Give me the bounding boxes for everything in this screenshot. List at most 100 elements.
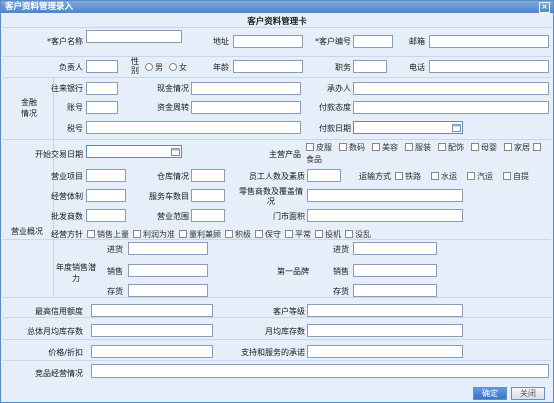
age-input[interactable] xyxy=(233,60,303,73)
calendar-icon[interactable] xyxy=(171,147,180,156)
dialog-window: 客户资料管理录入 × 客户资料管理卡 *客户名称 地址 *客户编号 邮箱 负责人… xyxy=(0,0,554,403)
postcode-label: 邮箱 xyxy=(409,37,425,46)
avg-stock-input[interactable] xyxy=(91,324,213,337)
annual-sales-input[interactable] xyxy=(128,264,208,277)
transport-checkbox-3[interactable]: 汽运 xyxy=(467,172,493,182)
staff-quality-input[interactable] xyxy=(307,169,341,182)
tax-no-input[interactable] xyxy=(86,121,301,134)
brand-stock-input[interactable] xyxy=(353,284,437,297)
calendar-icon[interactable] xyxy=(452,123,461,132)
tax-no-label: 税号 xyxy=(67,124,83,133)
card-title: 客户资料管理卡 xyxy=(247,17,307,27)
transport-checkbox-4[interactable]: 自提 xyxy=(503,172,529,182)
close-button[interactable]: 关闭 xyxy=(511,387,545,400)
product-checkbox-8[interactable] xyxy=(533,143,543,153)
price-discount-label: 价格/折扣 xyxy=(48,348,83,357)
support-input[interactable] xyxy=(307,345,463,358)
competitors-label: 竞品经营情况 xyxy=(35,369,83,378)
store-area-label: 门市面积 xyxy=(273,212,305,221)
cash-label: 现金情况 xyxy=(157,84,189,93)
service-cars-label: 服务车数目 xyxy=(149,192,189,201)
age-label: 年龄 xyxy=(213,63,229,72)
product-checkbox-4[interactable]: 服装 xyxy=(405,143,431,153)
customer-level-label: 客户等级 xyxy=(273,307,305,316)
account-label: 账号 xyxy=(67,103,83,112)
business-section-label: 营业概况 xyxy=(11,227,43,236)
product-checkbox-6[interactable]: 母婴 xyxy=(471,143,497,153)
system-input[interactable] xyxy=(86,189,126,202)
retailers-label: 零售商数及覆盖情况 xyxy=(239,187,303,206)
bank-input[interactable] xyxy=(86,82,118,95)
postcode-input[interactable] xyxy=(429,35,549,48)
policy-checkbox-3[interactable]: 量利兼顾 xyxy=(179,230,221,240)
customer-level-input[interactable] xyxy=(307,304,463,317)
brand-sales-label: 销售 xyxy=(333,267,349,276)
policy-checkbox-5[interactable]: 保守 xyxy=(255,230,281,240)
policy-checkbox-6[interactable]: 平常 xyxy=(285,230,311,240)
wholesalers-label: 批发商数 xyxy=(51,212,83,221)
warehouse-label: 仓库情况 xyxy=(157,172,189,181)
finance-section-label: 金融情况 xyxy=(21,98,37,118)
brand-purchase-label: 进货 xyxy=(333,245,349,254)
account-input[interactable] xyxy=(86,101,118,114)
title-bar: 客户资料管理录入 × xyxy=(1,1,553,13)
annual-potential-label: 年度销售潜力 xyxy=(56,263,96,283)
product-checkbox-1[interactable]: 皮服 xyxy=(306,143,332,153)
owner-label: 负责人 xyxy=(59,63,83,72)
policy-checkbox-8[interactable]: 没乱 xyxy=(345,230,371,240)
turnover-input[interactable] xyxy=(191,101,301,114)
transport-checkbox-2[interactable]: 水运 xyxy=(431,172,457,182)
close-icon[interactable]: × xyxy=(539,2,550,13)
policy-checkbox-4[interactable]: 积极 xyxy=(225,230,251,240)
sales-label: 销售 xyxy=(107,267,123,276)
business-items-input[interactable] xyxy=(86,169,126,182)
support-label: 支持和服务的承诺 xyxy=(241,348,305,357)
policy-checkbox-2[interactable]: 利润为准 xyxy=(133,230,175,240)
customer-name-input[interactable] xyxy=(86,30,182,43)
wholesalers-input[interactable] xyxy=(86,209,126,222)
max-credit-input[interactable] xyxy=(91,304,213,317)
position-label: 职务 xyxy=(335,63,351,72)
brand-purchase-input[interactable] xyxy=(353,242,437,255)
scope-input[interactable] xyxy=(191,209,225,222)
address-input[interactable] xyxy=(233,35,303,48)
footer-bar xyxy=(1,384,553,402)
acceptor-input[interactable] xyxy=(353,82,549,95)
monthly-stock-label: 月均库存数 xyxy=(265,327,305,336)
owner-input[interactable] xyxy=(86,60,118,73)
competitors-input[interactable] xyxy=(91,364,549,378)
gender-female-radio[interactable]: 女 xyxy=(169,63,187,73)
main-products-label: 主营产品 xyxy=(269,150,301,159)
pay-date-label: 付款日期 xyxy=(319,124,351,133)
price-discount-input[interactable] xyxy=(91,345,213,358)
policy-checkbox-7[interactable]: 投机 xyxy=(315,230,341,240)
staff-quality-label: 员工人数及素质 xyxy=(249,172,305,181)
form-grid: *客户名称 地址 *客户编号 邮箱 负责人 性别 男 女 年龄 职务 电话 金融… xyxy=(3,27,551,382)
phone-input[interactable] xyxy=(429,60,549,73)
retailers-input[interactable] xyxy=(307,189,463,202)
pay-date-input[interactable] xyxy=(353,121,463,134)
product-checkbox-5[interactable]: 配饰 xyxy=(438,143,464,153)
product-checkbox-3[interactable]: 美容 xyxy=(372,143,398,153)
scope-label: 营业范围 xyxy=(157,212,189,221)
customer-name-label: *客户名称 xyxy=(47,37,83,46)
stock-label: 存货 xyxy=(107,287,123,296)
warehouse-input[interactable] xyxy=(191,169,225,182)
position-input[interactable] xyxy=(353,60,387,73)
brand-sales-input[interactable] xyxy=(353,264,437,277)
annual-purchase-input[interactable] xyxy=(128,242,208,255)
cash-input[interactable] xyxy=(191,82,301,95)
annual-stock-input[interactable] xyxy=(128,284,208,297)
transport-checkbox-1[interactable]: 铁路 xyxy=(395,172,421,182)
customer-code-input[interactable] xyxy=(353,35,393,48)
policy-checkbox-1[interactable]: 销售上量 xyxy=(87,230,129,240)
service-cars-input[interactable] xyxy=(191,189,225,202)
product-checkbox-7[interactable]: 家居 xyxy=(504,143,530,153)
attitude-input[interactable] xyxy=(353,101,549,114)
store-area-input[interactable] xyxy=(307,209,463,222)
gender-male-radio[interactable]: 男 xyxy=(145,63,163,73)
monthly-stock-input[interactable] xyxy=(307,324,463,337)
ok-button[interactable]: 确定 xyxy=(473,387,507,400)
product-checkbox-2[interactable]: 数码 xyxy=(339,143,365,153)
first-trade-date-input[interactable] xyxy=(86,145,182,158)
